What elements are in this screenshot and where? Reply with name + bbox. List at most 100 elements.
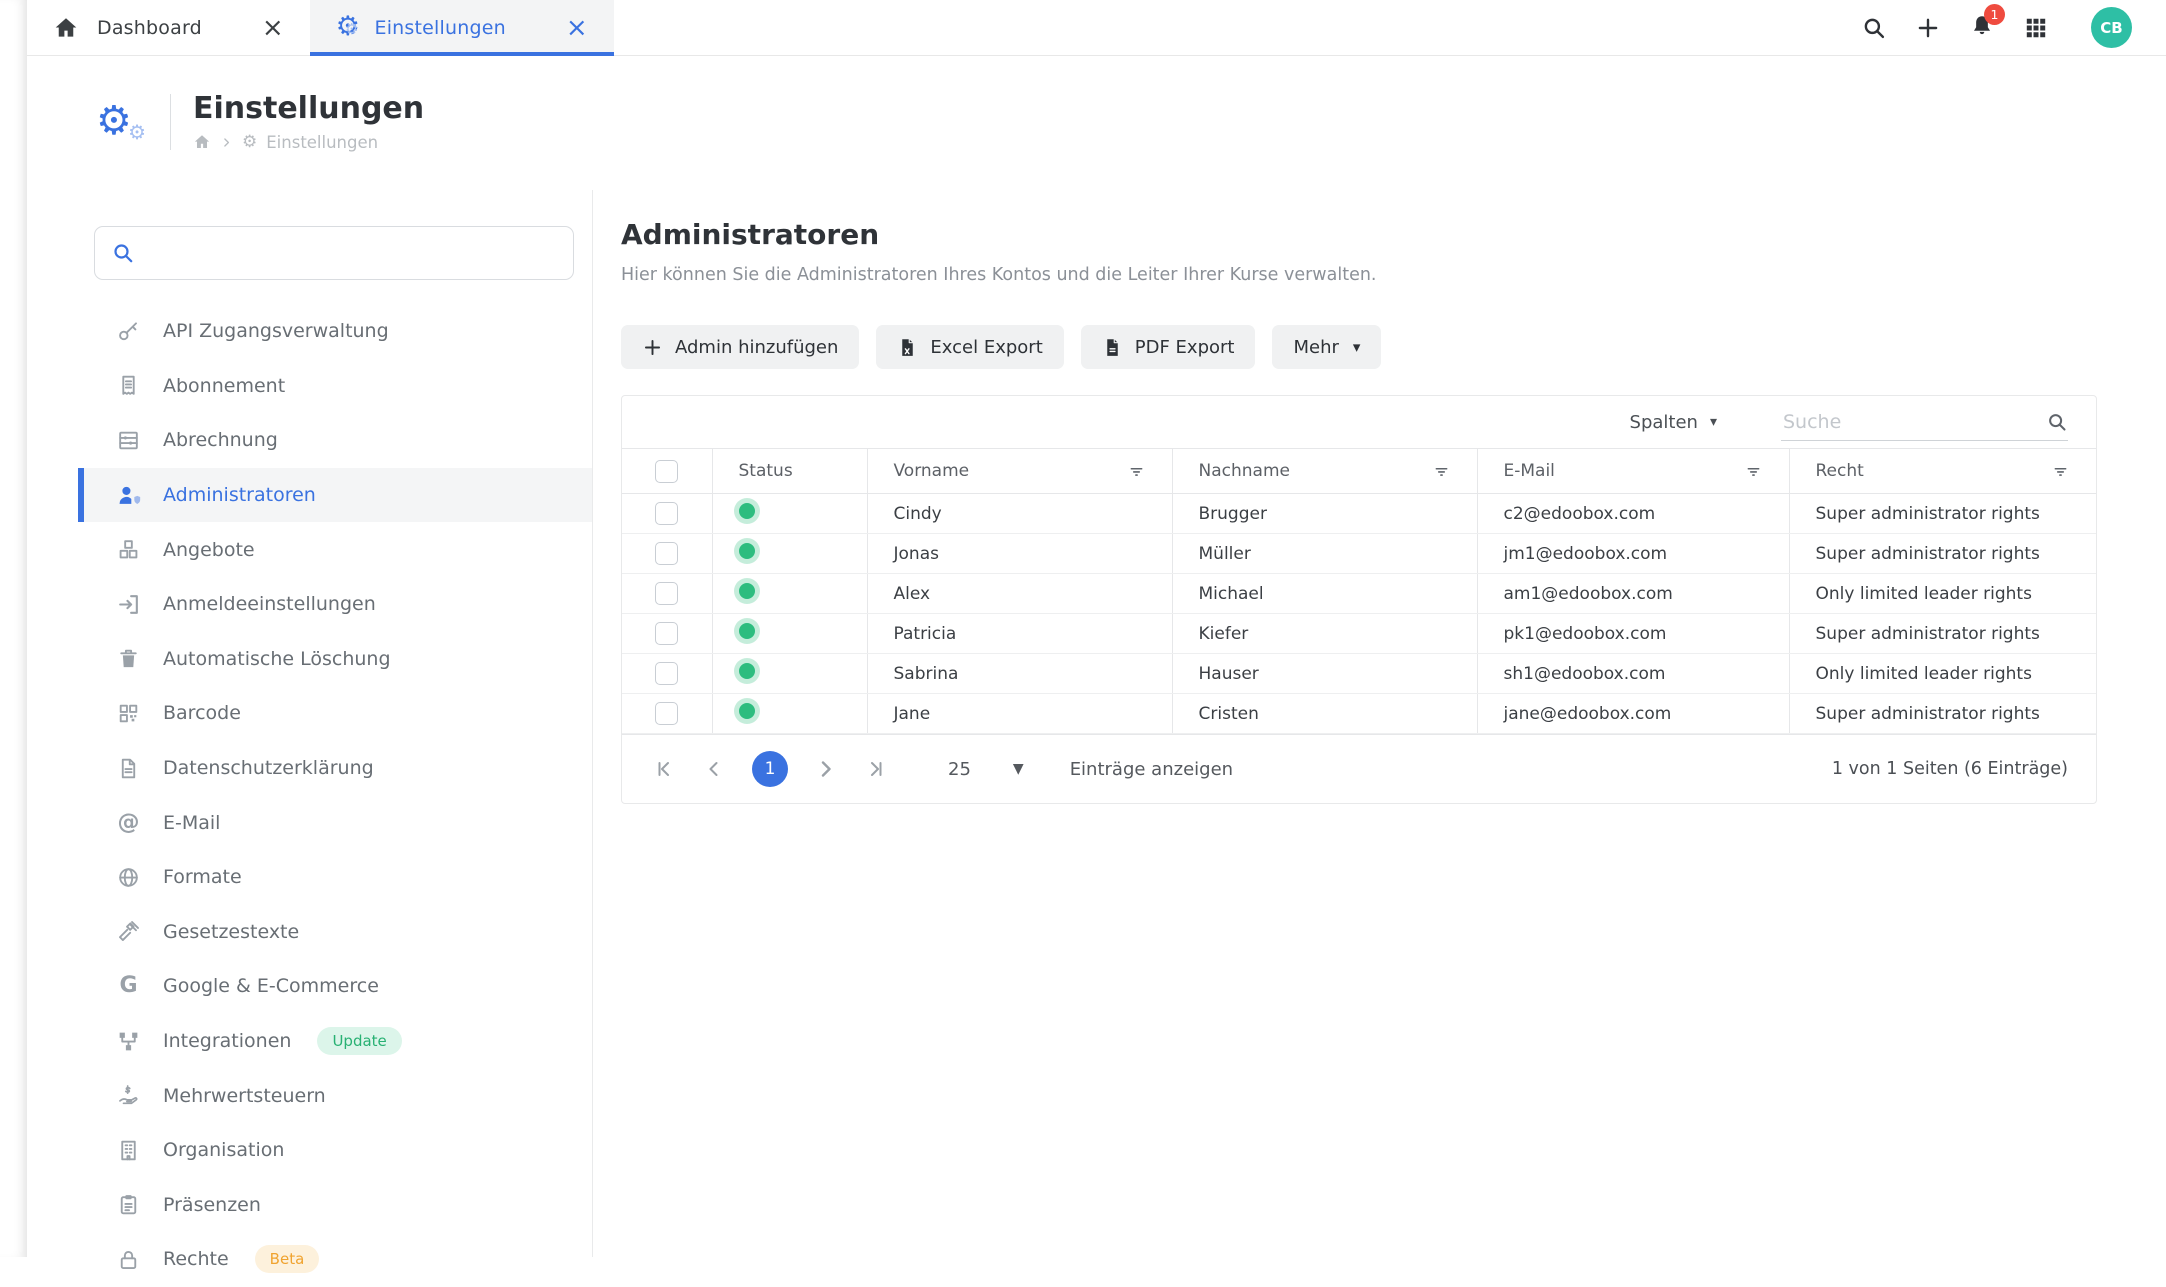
page-size-dropdown[interactable]: 25 ▼ — [948, 759, 1024, 780]
sidebar-item-abrechnung[interactable]: Abrechnung — [78, 413, 592, 468]
sidebar-item-formate[interactable]: Formate — [78, 850, 592, 905]
row-checkbox[interactable] — [655, 662, 678, 685]
action-buttons: Admin hinzufügen Excel Export PDF Export… — [621, 325, 2097, 369]
filter-icon[interactable] — [1127, 462, 1146, 481]
column-header-status: Status — [712, 449, 867, 494]
table-row: SabrinaHausersh1@edoobox.comOnly limited… — [622, 654, 2096, 694]
clipboard-icon — [116, 1192, 141, 1217]
sidebar-item-anmeldeeinstellungen[interactable]: Anmeldeeinstellungen — [78, 577, 592, 632]
nachname-cell: Cristen — [1172, 694, 1477, 734]
sidebar-item-label: Formate — [163, 866, 242, 888]
at-icon: @ — [116, 810, 141, 835]
vorname-cell: Patricia — [867, 614, 1172, 654]
apps-grid-icon[interactable] — [2023, 15, 2049, 41]
breadcrumb-home-icon[interactable] — [193, 133, 211, 151]
sidebar-item-datenschutzerklärung[interactable]: Datenschutzerklärung — [78, 741, 592, 796]
sidebar-item-label: Automatische Löschung — [163, 648, 391, 670]
row-checkbox[interactable] — [655, 582, 678, 605]
sidebar-item-mehrwertsteuern[interactable]: Mehrwertsteuern — [78, 1068, 592, 1123]
page-title: Einstellungen — [193, 92, 424, 127]
first-page-icon[interactable] — [652, 757, 676, 781]
pagination-summary: 1 von 1 Seiten (6 Einträge) — [1832, 759, 2068, 779]
sidebar-item-label: Anmeldeeinstellungen — [163, 593, 376, 615]
settings-nav: API ZugangsverwaltungAbonnementAbrechnun… — [78, 304, 592, 1287]
sidebar-item-google-e-commerce[interactable]: GGoogle & E-Commerce — [78, 959, 592, 1014]
sidebar-item-automatische-löschung[interactable]: Automatische Löschung — [78, 632, 592, 687]
status-cell — [712, 534, 867, 574]
sidebar-item-abonnement[interactable]: Abonnement — [78, 359, 592, 414]
status-active-dot — [739, 663, 755, 679]
previous-page-icon[interactable] — [702, 757, 726, 781]
status-cell — [712, 654, 867, 694]
status-active-dot — [739, 623, 755, 639]
sidebar-item-label: Integrationen — [163, 1030, 291, 1052]
page-size-label: Einträge anzeigen — [1070, 759, 1233, 780]
collapsed-nav-rail[interactable] — [0, 0, 27, 1257]
table-row: CindyBruggerc2@edoobox.comSuper administ… — [622, 494, 2096, 534]
search-icon — [111, 241, 135, 265]
close-tab-icon[interactable]: × — [566, 15, 588, 41]
section-title: Administratoren — [621, 218, 2097, 251]
vorname-cell: Alex — [867, 574, 1172, 614]
sidebar-item-api-zugangsverwaltung[interactable]: API Zugangsverwaltung — [78, 304, 592, 359]
more-button[interactable]: Mehr ▾ — [1272, 325, 1381, 369]
email-cell: c2@edoobox.com — [1477, 494, 1789, 534]
table-search-input[interactable] — [1781, 410, 2046, 434]
pdf-file-icon — [1102, 337, 1123, 358]
sidebar-search-input[interactable] — [147, 242, 557, 265]
row-checkbox[interactable] — [655, 502, 678, 525]
sidebar-item-label: Datenschutzerklärung — [163, 757, 374, 779]
sidebar-item-angebote[interactable]: Angebote — [78, 522, 592, 577]
excel-export-button[interactable]: Excel Export — [876, 325, 1063, 369]
user-shield-icon — [116, 483, 141, 508]
filter-icon[interactable] — [1744, 462, 1763, 481]
row-checkbox[interactable] — [655, 542, 678, 565]
nachname-cell: Kiefer — [1172, 614, 1477, 654]
tab-label: Dashboard — [97, 17, 202, 39]
cubes-icon — [116, 537, 141, 562]
row-checkbox[interactable] — [655, 622, 678, 645]
tab-label: Einstellungen — [374, 17, 505, 39]
building-icon — [116, 1138, 141, 1163]
pdf-export-button[interactable]: PDF Export — [1081, 325, 1256, 369]
filter-icon[interactable] — [1432, 462, 1451, 481]
next-page-icon[interactable] — [814, 757, 838, 781]
admins-table-card: Spalten ▾ Status Vorname — [621, 395, 2097, 804]
select-all-checkbox[interactable] — [655, 460, 678, 483]
beta-badge: Beta — [255, 1245, 320, 1273]
add-icon[interactable] — [1915, 15, 1941, 41]
column-header-vorname: Vorname — [867, 449, 1172, 494]
sidebar-item-administratoren[interactable]: Administratoren — [78, 468, 592, 523]
sitemap-icon — [116, 1029, 141, 1054]
chevron-right-icon — [220, 136, 233, 149]
add-admin-button[interactable]: Admin hinzufügen — [621, 325, 859, 369]
sidebar-search[interactable] — [94, 226, 574, 280]
sidebar-item-e-mail[interactable]: @ E-Mail — [78, 795, 592, 850]
search-icon[interactable] — [1861, 15, 1887, 41]
last-page-icon[interactable] — [864, 757, 888, 781]
tab-dashboard[interactable]: Dashboard × — [27, 0, 310, 55]
close-tab-icon[interactable]: × — [262, 15, 284, 41]
admins-table: Status Vorname Nachname E-Mail Recht — [622, 448, 2096, 734]
filter-icon[interactable] — [2051, 462, 2070, 481]
tab-einstellungen[interactable]: ⚙⚙ Einstellungen × — [310, 0, 614, 55]
sidebar-item-barcode[interactable]: Barcode — [78, 686, 592, 741]
sidebar-item-rechte[interactable]: Rechte Beta — [78, 1232, 592, 1287]
recht-cell: Only limited leader rights — [1789, 574, 2096, 614]
sidebar-item-gesetzestexte[interactable]: Gesetzestexte — [78, 905, 592, 960]
breadcrumb-gears-icon: ⚙ — [242, 134, 257, 151]
table-search[interactable] — [1781, 404, 2068, 441]
status-active-dot — [739, 703, 755, 719]
status-cell — [712, 574, 867, 614]
notifications-button[interactable]: 1 — [1969, 13, 1995, 43]
columns-dropdown[interactable]: Spalten ▾ — [1630, 412, 1717, 433]
current-page-button[interactable]: 1 — [752, 751, 788, 787]
sidebar-item-präsenzen[interactable]: Präsenzen — [78, 1178, 592, 1233]
row-checkbox[interactable] — [655, 702, 678, 725]
sidebar-item-label: Rechte — [163, 1248, 229, 1270]
sidebar-item-integrationen[interactable]: IntegrationenUpdate — [78, 1014, 592, 1069]
vorname-cell: Cindy — [867, 494, 1172, 534]
sidebar-item-label: E-Mail — [163, 812, 220, 834]
avatar[interactable]: CB — [2091, 7, 2132, 48]
sidebar-item-organisation[interactable]: Organisation — [78, 1123, 592, 1178]
